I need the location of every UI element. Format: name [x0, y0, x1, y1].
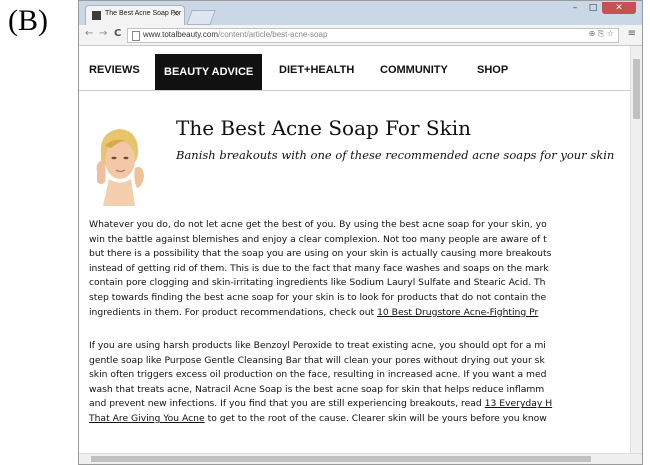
vertical-scrollbar[interactable]	[630, 46, 642, 454]
article-title: The Best Acne Soap For Skin	[176, 116, 471, 140]
url-text: www.totalbeauty.com/content/article/best…	[143, 30, 327, 39]
zoom-icon[interactable]: ⊕	[589, 29, 596, 38]
menu-icon[interactable]: ≡	[628, 28, 636, 39]
everyday-habits-link[interactable]: 13 Everyday H	[485, 398, 552, 409]
paragraph-text: ingredients in them. For product recomme…	[89, 306, 378, 318]
figure-label: (B)	[8, 4, 48, 37]
paragraph-line: and prevent new infections. If you find …	[89, 397, 552, 412]
tab-close-icon[interactable]: ×	[172, 9, 180, 19]
paragraph-line: If you are using harsh products like Ben…	[89, 340, 546, 351]
bookmark-star-icon[interactable]: ☆	[607, 29, 614, 38]
nav-diet-health[interactable]: DIET+HEALTH	[279, 64, 354, 76]
article-photo	[96, 129, 144, 206]
paragraph-line: wash that treats acne, Natracil Acne Soa…	[89, 383, 545, 395]
paragraph-text: to get to the root of the cause. Clearer…	[204, 412, 547, 424]
paragraph-line: win the battle against blemishes and enj…	[89, 233, 547, 245]
paragraph-line: but there is a possibility that the soap…	[89, 248, 552, 260]
paragraph-line: skin often triggers excess oil productio…	[89, 369, 547, 381]
nav-shop[interactable]: SHOP	[477, 64, 508, 76]
paragraph-text: and prevent new infections. If you find …	[89, 398, 485, 410]
close-window-icon[interactable]: ✕	[602, 2, 636, 14]
site-nav: REVIEWS BEAUTY ADVICE DIET+HEALTH COMMUN…	[79, 54, 631, 91]
back-icon[interactable]: ←	[85, 28, 93, 39]
url-path: /content/article/best-acne-soap	[218, 30, 328, 39]
favicon-icon	[92, 11, 101, 20]
minimize-icon[interactable]: –	[566, 2, 584, 14]
nav-reviews[interactable]: REVIEWS	[89, 64, 140, 76]
page-viewport: REVIEWS BEAUTY ADVICE DIET+HEALTH COMMUN…	[79, 46, 631, 454]
paragraph-line: gentle soap like Purpose Gentle Cleansin…	[89, 354, 545, 366]
browser-window: The Best Acne Soap For × – □ ✕ ← → C www…	[78, 0, 643, 465]
nav-beauty-advice[interactable]: BEAUTY ADVICE	[155, 54, 263, 90]
window-controls: – □ ✕	[566, 2, 636, 16]
vertical-scroll-thumb[interactable]	[633, 59, 640, 119]
tab-title: The Best Acne Soap For	[105, 10, 182, 17]
giving-you-acne-link[interactable]: That Are Giving You Acne	[89, 413, 205, 424]
browser-toolbar: ← → C www.totalbeauty.com/content/articl…	[79, 25, 642, 46]
translate-icon[interactable]: ⎘	[598, 29, 604, 38]
drugstore-acne-link[interactable]: 10 Best Drugstore Acne-Fighting Pr	[377, 307, 538, 318]
paragraph-line: ingredients in them. For product recomme…	[89, 306, 551, 321]
maximize-icon[interactable]: □	[584, 2, 602, 14]
url-domain: www.totalbeauty.com	[143, 30, 218, 39]
horizontal-scrollbar[interactable]	[79, 453, 642, 464]
horizontal-scroll-thumb[interactable]	[91, 456, 591, 462]
browser-tab[interactable]: The Best Acne Soap For ×	[85, 5, 185, 26]
paragraph-line: That Are Giving You Acne to get to the r…	[89, 412, 552, 427]
article-subtitle: Banish breakouts with one of these recom…	[176, 148, 615, 162]
page-icon	[132, 31, 140, 41]
paragraph-line: step towards finding the best acne soap …	[89, 291, 547, 303]
paragraph-line: contain pore clogging and skin-irritatin…	[89, 277, 546, 289]
reload-icon[interactable]: C	[114, 28, 121, 39]
address-bar[interactable]: www.totalbeauty.com/content/article/best…	[127, 28, 619, 43]
article-paragraph-2: If you are using harsh products like Ben…	[89, 339, 552, 427]
new-tab-button[interactable]	[186, 10, 216, 25]
paragraph-line: Whatever you do, do not let acne get the…	[89, 219, 547, 230]
forward-icon[interactable]: →	[99, 28, 107, 39]
nav-community[interactable]: COMMUNITY	[380, 64, 448, 76]
article-paragraph-1: Whatever you do, do not let acne get the…	[89, 218, 551, 320]
paragraph-line: instead of getting rid of them. This is …	[89, 262, 549, 274]
title-bar: The Best Acne Soap For × – □ ✕	[79, 1, 642, 26]
omnibox-icons: ⊕ ⎘ ☆	[589, 29, 614, 39]
